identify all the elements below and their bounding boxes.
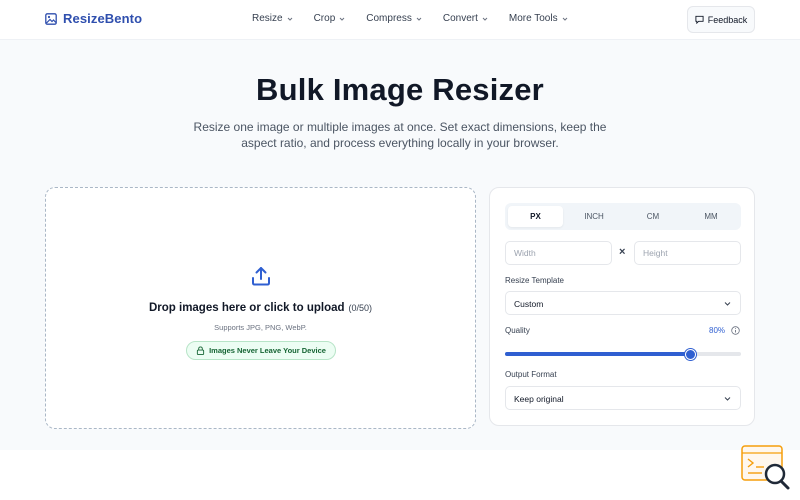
dropzone-title: Drop images here or click to upload (0/50… <box>46 302 475 314</box>
nav-label: Crop <box>313 13 336 24</box>
top-header: ResizeBento Resize Crop Compress Convert… <box>0 0 800 40</box>
output-format-select[interactable]: Keep original <box>505 386 741 410</box>
quality-slider[interactable] <box>505 349 741 360</box>
height-input[interactable] <box>634 241 741 265</box>
template-value: Custom <box>514 299 544 309</box>
nav-more-tools[interactable]: More Tools <box>509 13 568 24</box>
page-subtitle: Resize one image or multiple images at o… <box>193 120 607 150</box>
dropzone-title-text: Drop images here or click to upload <box>148 302 345 314</box>
footer-band <box>0 450 800 500</box>
format-value: Keep original <box>514 394 564 404</box>
brand-name: ResizeBento <box>63 11 143 26</box>
message-icon <box>695 15 704 24</box>
nav-label: Resize <box>252 13 283 24</box>
feedback-button[interactable]: Feedback <box>687 6 755 33</box>
width-input[interactable] <box>505 241 612 265</box>
image-icon <box>45 12 57 25</box>
unit-px[interactable]: PX <box>508 206 563 227</box>
nav-compress[interactable]: Compress <box>366 13 422 24</box>
upload-dropzone[interactable]: Drop images here or click to upload (0/50… <box>45 187 476 429</box>
search-code-logo-icon <box>741 445 790 490</box>
nav-label: More Tools <box>508 13 558 24</box>
slider-thumb[interactable] <box>685 349 696 360</box>
resize-settings-panel: PX INCH CM MM × Resize Template Custom Q… <box>489 187 755 426</box>
chevron-down-icon <box>562 17 567 21</box>
brand-logo[interactable]: ResizeBento <box>45 11 142 26</box>
supported-formats: Supports JPG, PNG, WebP. <box>214 323 307 332</box>
chevron-down-icon <box>339 17 345 21</box>
nav-resize[interactable]: Resize <box>252 13 293 24</box>
template-select[interactable]: Custom <box>505 291 741 315</box>
page-title: Bulk Image Resizer <box>256 72 544 107</box>
chevron-down-icon <box>482 17 488 21</box>
quality-label: Quality <box>505 326 530 335</box>
nav-crop[interactable]: Crop <box>314 13 346 24</box>
upload-count: (0/50) <box>348 303 373 313</box>
nav-convert[interactable]: Convert <box>443 13 488 24</box>
template-label: Resize Template <box>505 276 564 285</box>
unit-inch[interactable]: INCH <box>566 206 622 227</box>
chevron-down-icon <box>724 397 731 401</box>
nav-label: Convert <box>442 13 478 24</box>
privacy-badge-text: Images Never Leave Your Device <box>209 346 326 355</box>
unit-mm[interactable]: MM <box>684 206 738 227</box>
chevron-down-icon <box>287 17 292 21</box>
lock-icon <box>196 346 205 355</box>
dimension-separator: × <box>619 246 626 258</box>
slider-fill <box>505 352 691 356</box>
format-label: Output Format <box>505 370 557 379</box>
unit-cm[interactable]: CM <box>625 206 681 227</box>
upload-icon <box>252 267 270 286</box>
chevron-down-icon <box>724 302 731 306</box>
unit-toggle: PX INCH CM MM <box>505 203 741 230</box>
feedback-label: Feedback <box>707 14 748 25</box>
chevron-down-icon <box>416 17 422 21</box>
quality-value: 80% <box>709 326 726 335</box>
nav-label: Compress <box>366 13 412 24</box>
privacy-badge: Images Never Leave Your Device <box>186 341 336 360</box>
info-icon[interactable] <box>731 326 740 335</box>
main-nav: Resize Crop Compress Convert More Tools <box>252 13 568 24</box>
